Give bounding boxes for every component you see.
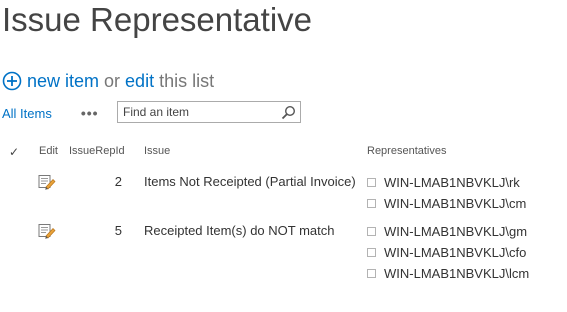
search-icon[interactable] — [281, 105, 296, 120]
edit-list-link[interactable]: edit — [125, 71, 154, 92]
representative-checkbox[interactable] — [367, 178, 376, 187]
view-all-items-link[interactable]: All Items — [2, 106, 52, 121]
column-header-representatives[interactable]: Representatives — [367, 145, 447, 157]
representative-checkbox[interactable] — [367, 248, 376, 257]
representative-name[interactable]: WIN-LMAB1NBVKLJ\rk — [384, 175, 520, 190]
row-issue[interactable]: Items Not Receipted (Partial Invoice) — [144, 174, 356, 189]
more-options-button[interactable]: ••• — [81, 106, 99, 120]
row-id: 5 — [114, 223, 122, 238]
edit-icon[interactable] — [38, 174, 56, 190]
column-header-issuerepid[interactable]: IssueRepId — [69, 145, 125, 157]
plus-circle-icon[interactable] — [2, 71, 22, 91]
new-item-link[interactable]: new item — [27, 71, 99, 92]
search-box[interactable] — [117, 101, 301, 123]
representative-checkbox[interactable] — [367, 227, 376, 236]
command-bar: new item or edit this list — [2, 68, 214, 94]
representative-name[interactable]: WIN-LMAB1NBVKLJ\gm — [384, 224, 527, 239]
or-text: or — [104, 70, 121, 91]
search-input[interactable] — [123, 104, 273, 120]
representative-name[interactable]: WIN-LMAB1NBVKLJ\cfo — [384, 245, 526, 260]
row-issue[interactable]: Receipted Item(s) do NOT match — [144, 223, 335, 238]
representative-checkbox[interactable] — [367, 199, 376, 208]
select-all-checkmark[interactable]: ✓ — [9, 145, 19, 159]
representative-name[interactable]: WIN-LMAB1NBVKLJ\lcm — [384, 266, 529, 281]
representative-item: WIN-LMAB1NBVKLJ\lcm — [367, 266, 529, 281]
representative-item: WIN-LMAB1NBVKLJ\cfo — [367, 245, 526, 260]
views-bar: All Items ••• — [2, 101, 99, 125]
edit-icon[interactable] — [38, 223, 56, 239]
page-title: Issue Representative — [2, 1, 313, 38]
representative-item: WIN-LMAB1NBVKLJ\rk — [367, 175, 520, 190]
column-header-edit: Edit — [39, 145, 58, 157]
representative-item: WIN-LMAB1NBVKLJ\gm — [367, 224, 527, 239]
this-list-text: this list — [159, 70, 215, 91]
representative-name[interactable]: WIN-LMAB1NBVKLJ\cm — [384, 196, 526, 211]
row-id: 2 — [114, 174, 122, 189]
representative-checkbox[interactable] — [367, 269, 376, 278]
column-header-issue[interactable]: Issue — [144, 145, 170, 157]
representative-item: WIN-LMAB1NBVKLJ\cm — [367, 196, 526, 211]
